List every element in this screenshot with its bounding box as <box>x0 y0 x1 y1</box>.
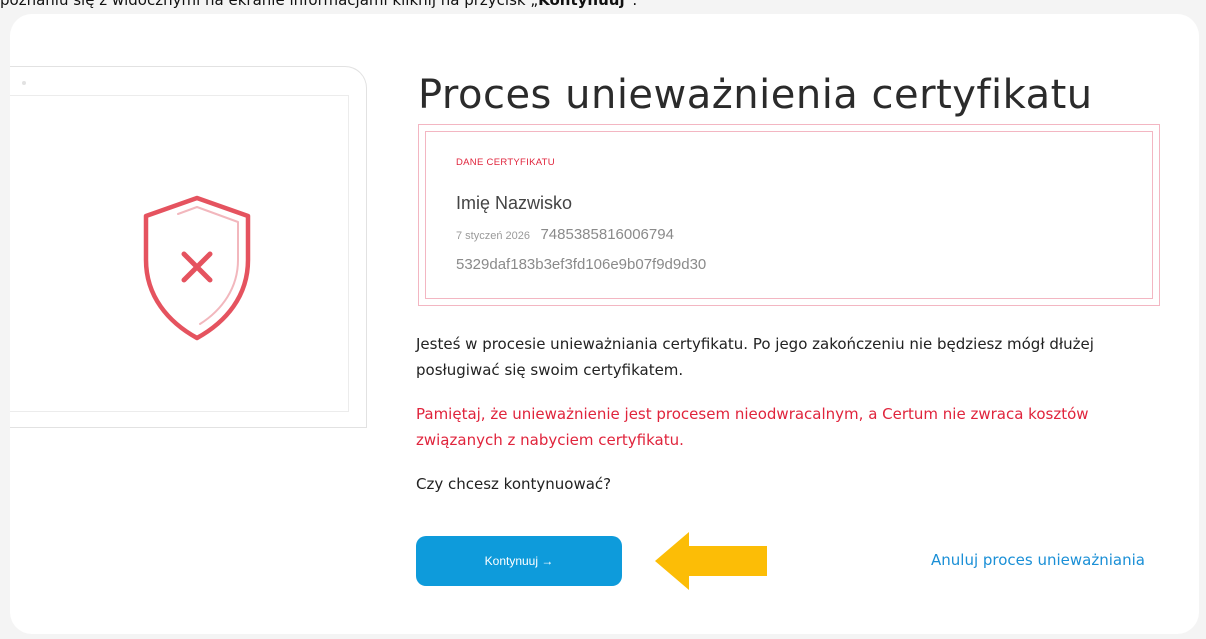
caption-suffix: ”. <box>624 0 638 9</box>
warning-message: Pamiętaj, że unieważnienie jest procesem… <box>416 405 1089 449</box>
cancel-revocation-link[interactable]: Anuluj proces unieważniania <box>931 551 1145 569</box>
certificate-serial-number: 7485385816006794 <box>540 226 674 243</box>
certificate-meta-row: 7 styczeń 2026 7485385816006794 <box>456 226 674 244</box>
certificate-owner-name: Imię Nazwisko <box>456 193 573 213</box>
caption-prefix: poznaniu się z widocznymi na ekranie inf… <box>0 0 539 9</box>
revocation-card: Proces unieważnienia certyfikatu DANE CE… <box>10 14 1199 634</box>
certificate-section-label: DANE CERTYFIKATU <box>456 157 555 168</box>
caption-highlight: Kontynuuj <box>538 0 625 9</box>
arrow-left-icon <box>655 532 767 590</box>
certificate-details-inner: DANE CERTYFIKATU Imię Nazwisko 7 styczeń… <box>425 131 1153 299</box>
continue-button[interactable]: Kontynuuj → <box>416 536 622 586</box>
device-camera-dot <box>22 81 26 85</box>
confirmation-question: Czy chcesz kontynuować? <box>416 475 612 493</box>
shield-x-icon <box>143 195 251 341</box>
certificate-details-box: DANE CERTYFIKATU Imię Nazwisko 7 styczeń… <box>418 124 1160 306</box>
page-title: Proces unieważnienia certyfikatu <box>418 72 1093 118</box>
certificate-hash: 5329daf183b3ef3fd106e9b07f9d9d30 <box>456 256 707 273</box>
info-message: Jesteś w procesie unieważniania certyfik… <box>416 335 1094 379</box>
instruction-caption: poznaniu się z widocznymi na ekranie inf… <box>0 0 1206 12</box>
certificate-date: 7 styczeń 2026 <box>456 230 530 242</box>
